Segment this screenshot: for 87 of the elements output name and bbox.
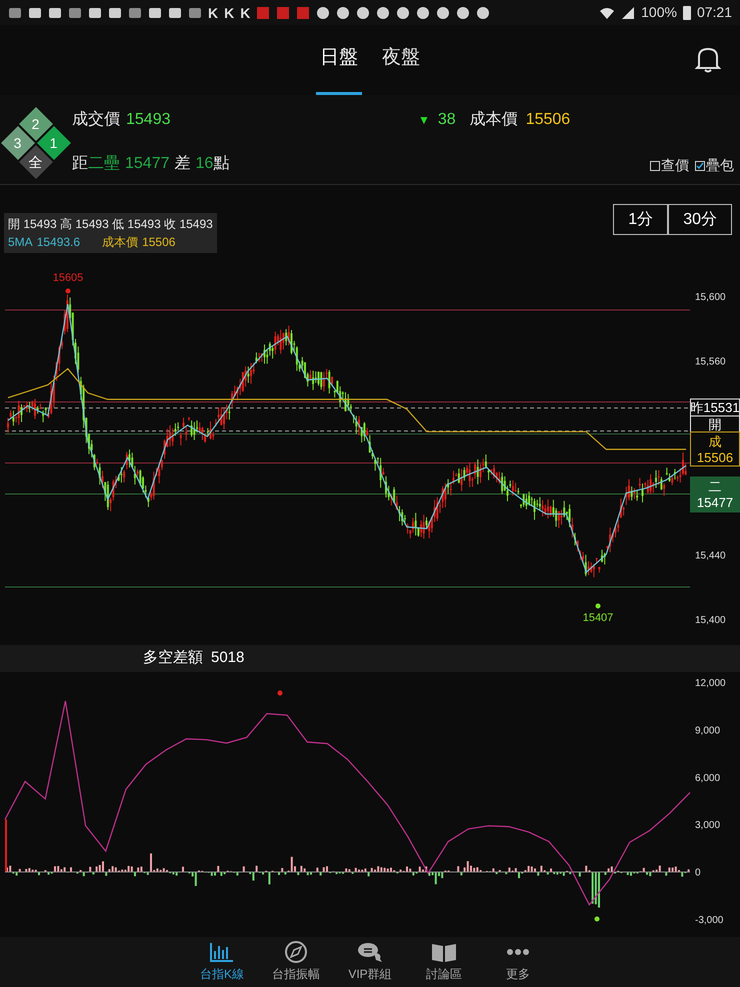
low-price-label: 15407 xyxy=(582,612,614,624)
notification-icon xyxy=(8,6,22,20)
cost-label: 成本價 xyxy=(470,110,518,130)
axis-label: 3,000 xyxy=(695,820,720,832)
notification-bell-icon[interactable] xyxy=(695,45,721,73)
legend-value: 15506 xyxy=(142,234,176,251)
browser-icon xyxy=(476,6,490,20)
interval-button[interactable]: 30分 xyxy=(668,204,732,235)
notification-icon xyxy=(68,6,82,20)
browser-icon xyxy=(376,6,390,20)
session-tab[interactable]: 夜盤 xyxy=(378,25,424,95)
cost-value: 15506 xyxy=(526,110,570,130)
low-point-icon xyxy=(594,916,600,922)
indicator-label: 多空差額 xyxy=(143,648,203,668)
notification-icon xyxy=(108,6,122,20)
notification-icon xyxy=(128,6,142,20)
notification-letter: K xyxy=(240,6,250,20)
battery-percent: 100% xyxy=(641,3,677,22)
browser-icon xyxy=(396,6,410,20)
high-price-label: 15605 xyxy=(52,272,84,284)
base-value: 15477 xyxy=(125,154,170,174)
nav-tab[interactable]: 更多 xyxy=(481,937,555,987)
book-icon xyxy=(430,941,458,963)
change-value: 38 xyxy=(438,110,456,130)
price-tag: 開 xyxy=(690,416,740,432)
legend-name: 成本價 xyxy=(102,234,138,251)
nav-tab[interactable]: 討論區 xyxy=(407,937,481,987)
down-arrow: ▼ xyxy=(418,112,430,129)
browser-icon xyxy=(356,6,370,20)
legend-name: 5MA xyxy=(8,234,33,251)
price-value: 15493 xyxy=(126,110,170,130)
diff-value: 16 xyxy=(196,154,214,174)
checkbox-icon[interactable] xyxy=(650,160,660,170)
price-label: 成交價 xyxy=(72,110,120,130)
notification-icon xyxy=(276,6,290,20)
axis-label: 15,560 xyxy=(695,356,726,368)
high-point-icon xyxy=(66,288,70,294)
notification-icon xyxy=(188,6,202,20)
price-tag: 成 15506 xyxy=(690,432,740,466)
browser-icon xyxy=(336,6,350,20)
low-point-icon xyxy=(596,604,600,608)
browser-icon xyxy=(416,6,430,20)
chat-bubbles-icon xyxy=(356,941,384,963)
checkbox-icon[interactable] xyxy=(695,160,705,170)
notification-icon xyxy=(168,6,182,20)
battery-icon xyxy=(682,5,691,20)
clock: 07:21 xyxy=(696,3,732,22)
diff-label: 差 xyxy=(174,154,190,174)
nav-tab[interactable]: VIP群組 xyxy=(333,937,407,987)
unit-label: 點 xyxy=(213,154,230,174)
axis-label: -3,000 xyxy=(695,915,724,926)
browser-icon xyxy=(316,6,330,20)
price-tag: 昨15531 xyxy=(690,398,740,416)
notification-icon xyxy=(256,6,270,20)
wifi-icon xyxy=(599,6,616,20)
signal-icon xyxy=(621,6,636,20)
interval-button[interactable]: 1分 xyxy=(613,204,668,235)
axis-label: 0 xyxy=(695,868,701,879)
bar-chart-icon xyxy=(208,941,236,963)
axis-label: 12,000 xyxy=(695,678,726,689)
axis-label: 15,440 xyxy=(695,550,726,562)
more-dots-icon xyxy=(507,949,529,955)
high-point-icon xyxy=(278,690,282,696)
notification-icon xyxy=(28,6,42,20)
legend-value: 15493.6 xyxy=(36,234,80,251)
distance-label: 距 xyxy=(72,154,88,174)
notification-icon xyxy=(296,6,310,20)
notification-icon xyxy=(48,6,62,20)
notification-icon xyxy=(148,6,162,20)
indicator-value: 5018 xyxy=(211,648,244,668)
notification-letter: K xyxy=(224,6,234,20)
axis-label: 15,400 xyxy=(695,615,726,626)
price-tag: 二 15477 xyxy=(690,476,740,512)
nav-tab[interactable]: 台指K線 xyxy=(185,937,259,987)
compass-icon xyxy=(282,941,310,963)
option-checkbox[interactable]: 疊包 xyxy=(695,155,734,176)
ohlc-values: 開 15493 高 15493 低 15493 收 15493 xyxy=(8,216,213,233)
axis-label: 15,600 xyxy=(695,292,726,303)
nav-tab[interactable]: 台指振幅 xyxy=(259,937,333,987)
browser-icon xyxy=(436,6,450,20)
option-checkbox[interactable]: 查價 xyxy=(650,155,689,176)
axis-label: 6,000 xyxy=(695,772,720,784)
axis-label: 9,000 xyxy=(695,725,720,736)
browser-icon xyxy=(456,6,470,20)
base-name: 二壘 xyxy=(88,154,120,174)
notification-letter: K xyxy=(208,6,218,20)
notification-icon xyxy=(88,6,102,20)
